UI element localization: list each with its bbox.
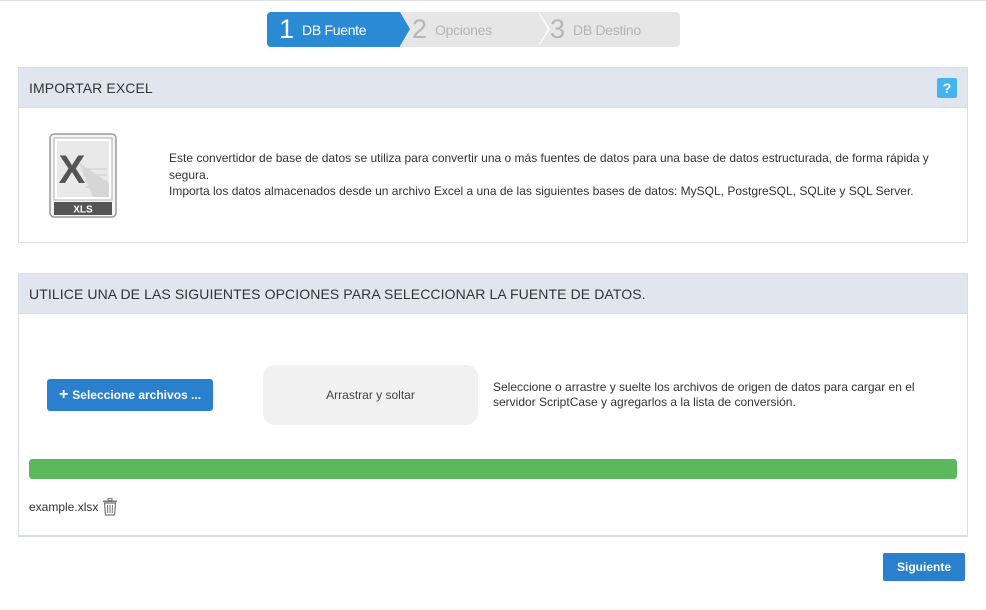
select-files-button[interactable]: + Seleccione archivos ... [47,379,213,411]
dropzone-label: Arrastrar y soltar [326,388,415,402]
step-number: 2 [412,14,428,44]
xls-label: XLS [73,205,93,216]
svg-text:X: X [59,148,86,192]
upload-progress-bar [29,459,957,479]
progress-fill [29,459,957,479]
wizard-stepper: 1 DB Fuente 2 Opciones 3 DB Destino [267,12,680,47]
description-line: Este convertidor de base de datos se uti… [169,151,929,182]
step-db-fuente[interactable]: 1 DB Fuente [267,12,410,47]
import-excel-panel: IMPORTAR EXCEL ? X XLS Este convertidor … [18,67,968,243]
step-opciones[interactable]: 2 Opciones [400,12,550,47]
step-db-destino[interactable]: 3 DB Destino [538,12,680,47]
step-label: DB Destino [573,21,641,38]
step-separator [539,12,550,46]
uploaded-file-item: example.xlsx [29,498,118,516]
next-button[interactable]: Siguiente [883,553,965,581]
description-line: Importa los datos almacenados desde un a… [169,184,914,198]
step-label: Opciones [435,21,492,38]
step-label: DB Fuente [302,21,367,38]
select-files-label: Seleccione archivos ... [72,388,202,402]
upload-instructions: Seleccione o arrastre y suelte los archi… [493,380,915,409]
data-source-panel: UTILICE UNA DE LAS SIGUIENTES OPCIONES P… [18,273,968,537]
plus-icon: + [58,386,69,403]
drag-drop-zone[interactable]: Arrastrar y soltar [263,365,478,425]
file-name: example.xlsx [29,500,99,514]
step-number: 3 [550,14,566,44]
trash-icon[interactable] [102,498,118,516]
import-description: Este convertidor de base de datos se uti… [169,150,929,200]
panel-title: UTILICE UNA DE LAS SIGUIENTES OPCIONES P… [29,285,646,302]
panel-header: UTILICE UNA DE LAS SIGUIENTES OPCIONES P… [19,274,967,314]
panel-title: IMPORTAR EXCEL [29,79,153,96]
xls-file-icon: X XLS [49,133,117,218]
help-button[interactable]: ? [937,78,957,98]
panel-header: IMPORTAR EXCEL [19,68,967,108]
step-number: 1 [279,14,295,44]
